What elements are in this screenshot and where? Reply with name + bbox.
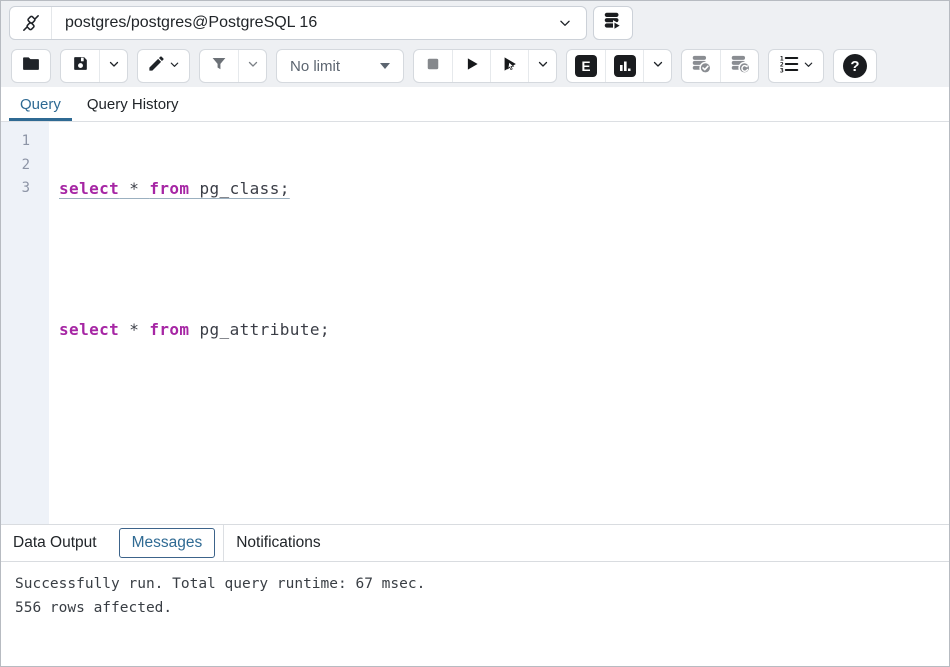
filter-button[interactable]	[200, 50, 238, 82]
save-options-button[interactable]	[99, 50, 127, 82]
rollback-database-undo-icon	[729, 53, 751, 80]
connection-select[interactable]: postgres/postgres@PostgreSQL 16	[9, 6, 587, 40]
svg-text:3: 3	[780, 66, 784, 74]
chevron-down-icon	[169, 57, 180, 75]
connection-bar: postgres/postgres@PostgreSQL 16	[1, 1, 949, 45]
query-toolbar: No limit	[1, 45, 949, 87]
execute-script-icon	[500, 54, 520, 79]
execute-script-button[interactable]	[490, 50, 528, 82]
save-button[interactable]	[61, 50, 99, 82]
chevron-down-icon	[247, 57, 259, 75]
tab-query-label: Query	[20, 96, 61, 113]
new-connection-database-icon	[602, 10, 624, 37]
tab-data-output-label: Data Output	[13, 534, 97, 551]
save-icon	[71, 54, 90, 78]
tab-query-history[interactable]: Query History	[74, 87, 192, 121]
commit-button[interactable]	[682, 50, 720, 82]
open-file-button[interactable]	[12, 50, 50, 82]
macros-button[interactable]: 123	[769, 50, 823, 82]
tab-notifications[interactable]: Notifications	[224, 534, 332, 552]
filter-options-button[interactable]	[238, 50, 266, 82]
tab-messages[interactable]: Messages	[119, 528, 216, 558]
macros-numbered-list-icon: 123	[778, 53, 800, 80]
code-line: select * from pg_class;	[59, 177, 949, 201]
code-line	[59, 248, 949, 272]
caret-down-icon	[380, 63, 390, 69]
row-limit-select[interactable]: No limit	[276, 49, 404, 83]
editor-tab-bar: Query Query History	[1, 87, 949, 122]
cancel-query-button[interactable]	[414, 50, 452, 82]
tab-query-history-label: Query History	[87, 96, 179, 113]
explain-options-button[interactable]	[643, 50, 671, 82]
execute-button[interactable]	[452, 50, 490, 82]
connection-chevron-down-icon[interactable]	[544, 7, 586, 39]
line-number-gutter: 1 2 3	[1, 122, 49, 524]
chevron-down-icon	[537, 57, 549, 75]
row-limit-value: No limit	[290, 58, 340, 75]
explain-icon: E	[575, 55, 597, 77]
execute-options-button[interactable]	[528, 50, 556, 82]
sql-editor: 1 2 3 select * from pg_class; select * f…	[1, 122, 949, 524]
tab-data-output[interactable]: Data Output	[13, 534, 109, 552]
chevron-down-icon	[108, 57, 120, 75]
open-file-icon	[21, 54, 41, 79]
new-connection-button[interactable]	[593, 6, 633, 40]
rollback-button[interactable]	[720, 50, 758, 82]
line-number: 2	[1, 154, 49, 178]
message-line: Successfully run. Total query runtime: 6…	[15, 572, 935, 596]
commit-database-check-icon	[690, 53, 712, 80]
help-icon: ?	[843, 54, 867, 78]
line-number: 1	[1, 130, 49, 154]
messages-panel: Successfully run. Total query runtime: 6…	[1, 562, 949, 666]
tab-query[interactable]: Query	[7, 87, 74, 121]
stop-icon	[424, 55, 442, 78]
code-line: select * from pg_attribute;	[59, 318, 949, 342]
edit-menu-button[interactable]	[138, 50, 189, 82]
explain-analyze-icon	[614, 55, 636, 77]
chevron-down-icon	[652, 57, 664, 75]
connection-plug-icon	[10, 7, 52, 39]
explain-analyze-button[interactable]	[605, 50, 643, 82]
code-area[interactable]: select * from pg_class; select * from pg…	[49, 122, 949, 524]
explain-button[interactable]: E	[567, 50, 605, 82]
tab-notifications-label: Notifications	[236, 534, 320, 551]
edit-icon	[147, 54, 166, 78]
execute-icon	[463, 55, 481, 78]
message-line: 556 rows affected.	[15, 596, 935, 620]
chevron-down-icon	[803, 57, 814, 75]
connection-value: postgres/postgres@PostgreSQL 16	[52, 7, 544, 39]
filter-icon	[210, 55, 228, 78]
help-button[interactable]: ?	[834, 50, 876, 82]
tab-messages-label: Messages	[132, 534, 203, 551]
line-number: 3	[1, 177, 49, 201]
output-tab-bar: Data Output Messages Notifications	[1, 524, 949, 562]
